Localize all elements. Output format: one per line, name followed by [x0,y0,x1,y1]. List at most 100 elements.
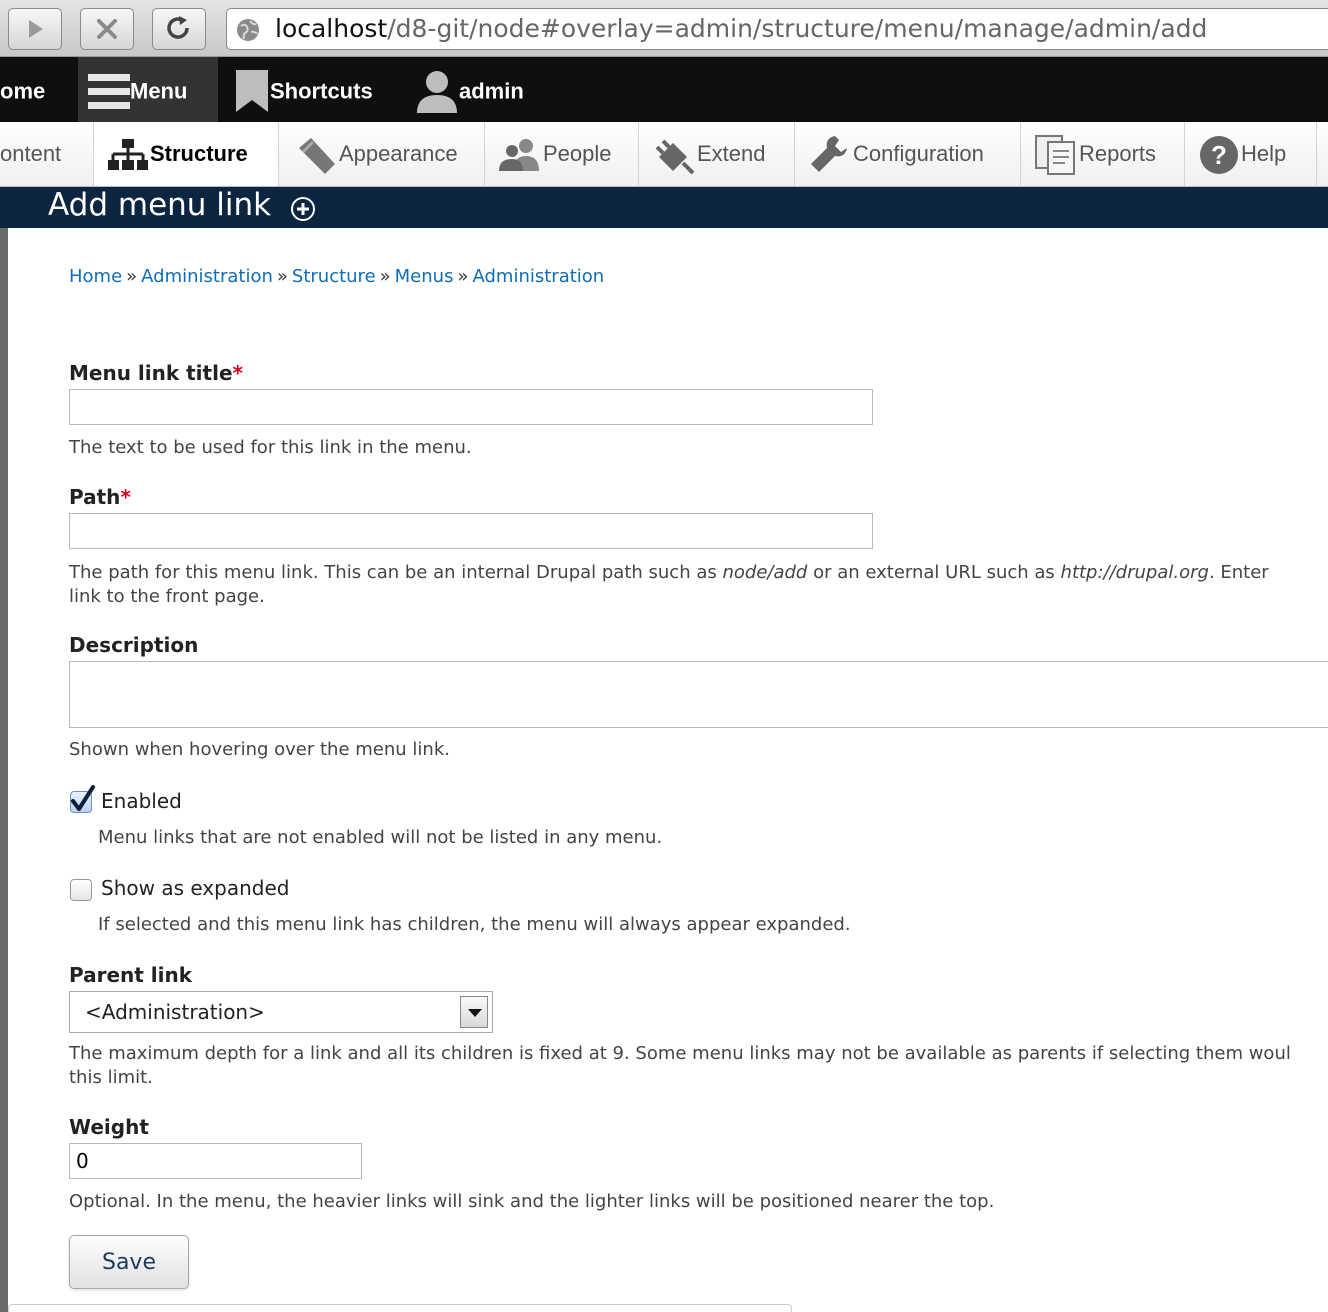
show-as-expanded-checkbox[interactable] [70,879,92,901]
back-button[interactable] [8,8,62,50]
reports-icon [1035,135,1075,176]
menu-link-title-label-text: Menu link title [69,361,233,385]
tray-item-content[interactable]: ontent [0,122,94,186]
checkmark-icon [71,785,95,811]
breadcrumb-separator: » [126,266,138,287]
horizontal-scrollbar[interactable] [8,1304,792,1312]
path-label: Path* [69,485,131,509]
tray-item-extend[interactable]: Extend [639,122,795,186]
weight-input[interactable] [69,1143,362,1179]
path-desc-text: . Enter [1208,562,1269,583]
tray-item-structure-label: Structure [150,141,248,166]
paintbrush-icon [299,138,335,175]
description-help: Shown when hovering over the menu link. [69,739,450,760]
globe-icon [237,19,259,41]
add-shortcut-icon[interactable] [290,196,316,222]
help-icon: ? [1200,136,1238,175]
toolbar-shortcuts[interactable]: Shortcuts [234,57,394,122]
tray-item-configuration[interactable]: Configuration [795,122,1021,186]
stop-button[interactable] [80,8,134,50]
sitemap-icon [108,139,148,171]
path-desc-example-external: http://drupal.org [1060,562,1209,583]
overlay-title-bar: Add menu link [0,187,1328,228]
hamburger-icon [88,74,130,110]
parent-link-label: Parent link [69,963,193,987]
weight-help: Optional. In the menu, the heavier links… [69,1191,995,1212]
breadcrumb-separator: » [457,266,469,287]
breadcrumb-home[interactable]: Home [69,266,122,287]
url-path: /d8-git/node#overlay=admin/structure/men… [387,14,1208,43]
required-mark: * [120,485,131,509]
required-mark: * [232,361,243,385]
tray-item-reports[interactable]: Reports [1021,122,1185,186]
admin-toolbar: ome Menu Shortcuts admin [0,57,1328,122]
save-button[interactable]: Save [69,1235,189,1289]
url-host: localhost [275,14,388,43]
tray-item-help[interactable]: ? Help [1185,122,1317,186]
tray-item-appearance-label: Appearance [339,141,458,166]
tray-item-configuration-label: Configuration [853,141,984,166]
toolbar-home[interactable]: ome [0,57,78,122]
tray-item-help-label: Help [1241,141,1287,166]
enabled-help: Menu links that are not enabled will not… [98,827,663,848]
bookmark-icon [236,70,268,113]
weight-label: Weight [69,1115,149,1139]
reload-icon [167,16,189,39]
tray-item-people-label: People [543,141,612,166]
people-icon [499,139,539,172]
breadcrumb-menus[interactable]: Menus [395,266,454,287]
show-as-expanded-help: If selected and this menu link has child… [98,914,851,935]
tray-item-content-label: ontent [0,141,62,166]
toolbar-home-label: ome [0,78,46,104]
play-arrow-icon [29,20,43,38]
path-desc-text: or an external URL such as [807,562,1061,583]
menu-link-title-description: The text to be used for this link in the… [69,437,472,458]
parent-link-select[interactable]: <Administration> [69,991,493,1033]
menu-link-title-label: Menu link title* [69,361,243,385]
description-textarea[interactable] [69,661,1328,728]
breadcrumb-administration-menu[interactable]: Administration [472,266,604,287]
toolbar-menu-label: Menu [130,78,188,104]
tray-item-structure[interactable]: Structure [94,122,279,186]
background-page-sliver [0,228,8,1312]
breadcrumb-structure[interactable]: Structure [292,266,376,287]
toolbar-user[interactable]: admin [415,57,545,122]
tray-item-reports-label: Reports [1079,141,1157,166]
wrench-icon [811,136,847,173]
reload-button[interactable] [152,8,206,50]
browser-chrome: localhost/d8-git/node#overlay=admin/stru… [0,0,1328,57]
path-desc-example-internal: node/add [722,562,808,583]
url-text: localhost/d8-git/node#overlay=admin/stru… [275,9,1207,49]
breadcrumb: Home» Administration» Structure» Menus» Admi… [69,266,604,287]
plug-icon [655,139,695,175]
close-icon [97,19,117,39]
path-input[interactable] [69,513,873,549]
toolbar-menu[interactable]: Menu [78,57,218,122]
breadcrumb-administration[interactable]: Administration [141,266,273,287]
tray-item-appearance[interactable]: Appearance [279,122,485,186]
tray-item-extend-label: Extend [697,141,766,166]
page-title: Add menu link [48,187,272,223]
show-as-expanded-label[interactable]: Show as expanded [101,876,289,900]
path-description: The path for this menu link. This can be… [69,561,1269,585]
svg-text:?: ? [1211,140,1227,170]
tray-item-people[interactable]: People [485,122,639,186]
breadcrumb-separator: » [379,266,391,287]
overlay-content: Home» Administration» Structure» Menus» Admi… [8,228,1328,1312]
toolbar-user-label: admin [459,78,524,104]
enabled-label[interactable]: Enabled [101,789,182,813]
path-description-line2: link to the front page. [69,586,265,607]
menu-link-title-input[interactable] [69,389,873,425]
breadcrumb-separator: » [276,266,288,287]
chevron-down-icon[interactable] [460,996,488,1028]
user-icon [417,71,457,114]
enabled-checkbox[interactable] [70,785,95,813]
path-label-text: Path [69,485,121,509]
path-desc-text: The path for this menu link. This can be… [69,562,723,583]
address-bar[interactable]: localhost/d8-git/node#overlay=admin/stru… [226,8,1328,50]
admin-menu-tray: ontent Structure Appearance People Exten… [0,122,1328,187]
parent-link-help-line2: this limit. [69,1067,153,1088]
parent-link-selected-value: <Administration> [85,1000,265,1024]
parent-link-help: The maximum depth for a link and all its… [69,1043,1291,1064]
description-label: Description [69,633,199,657]
